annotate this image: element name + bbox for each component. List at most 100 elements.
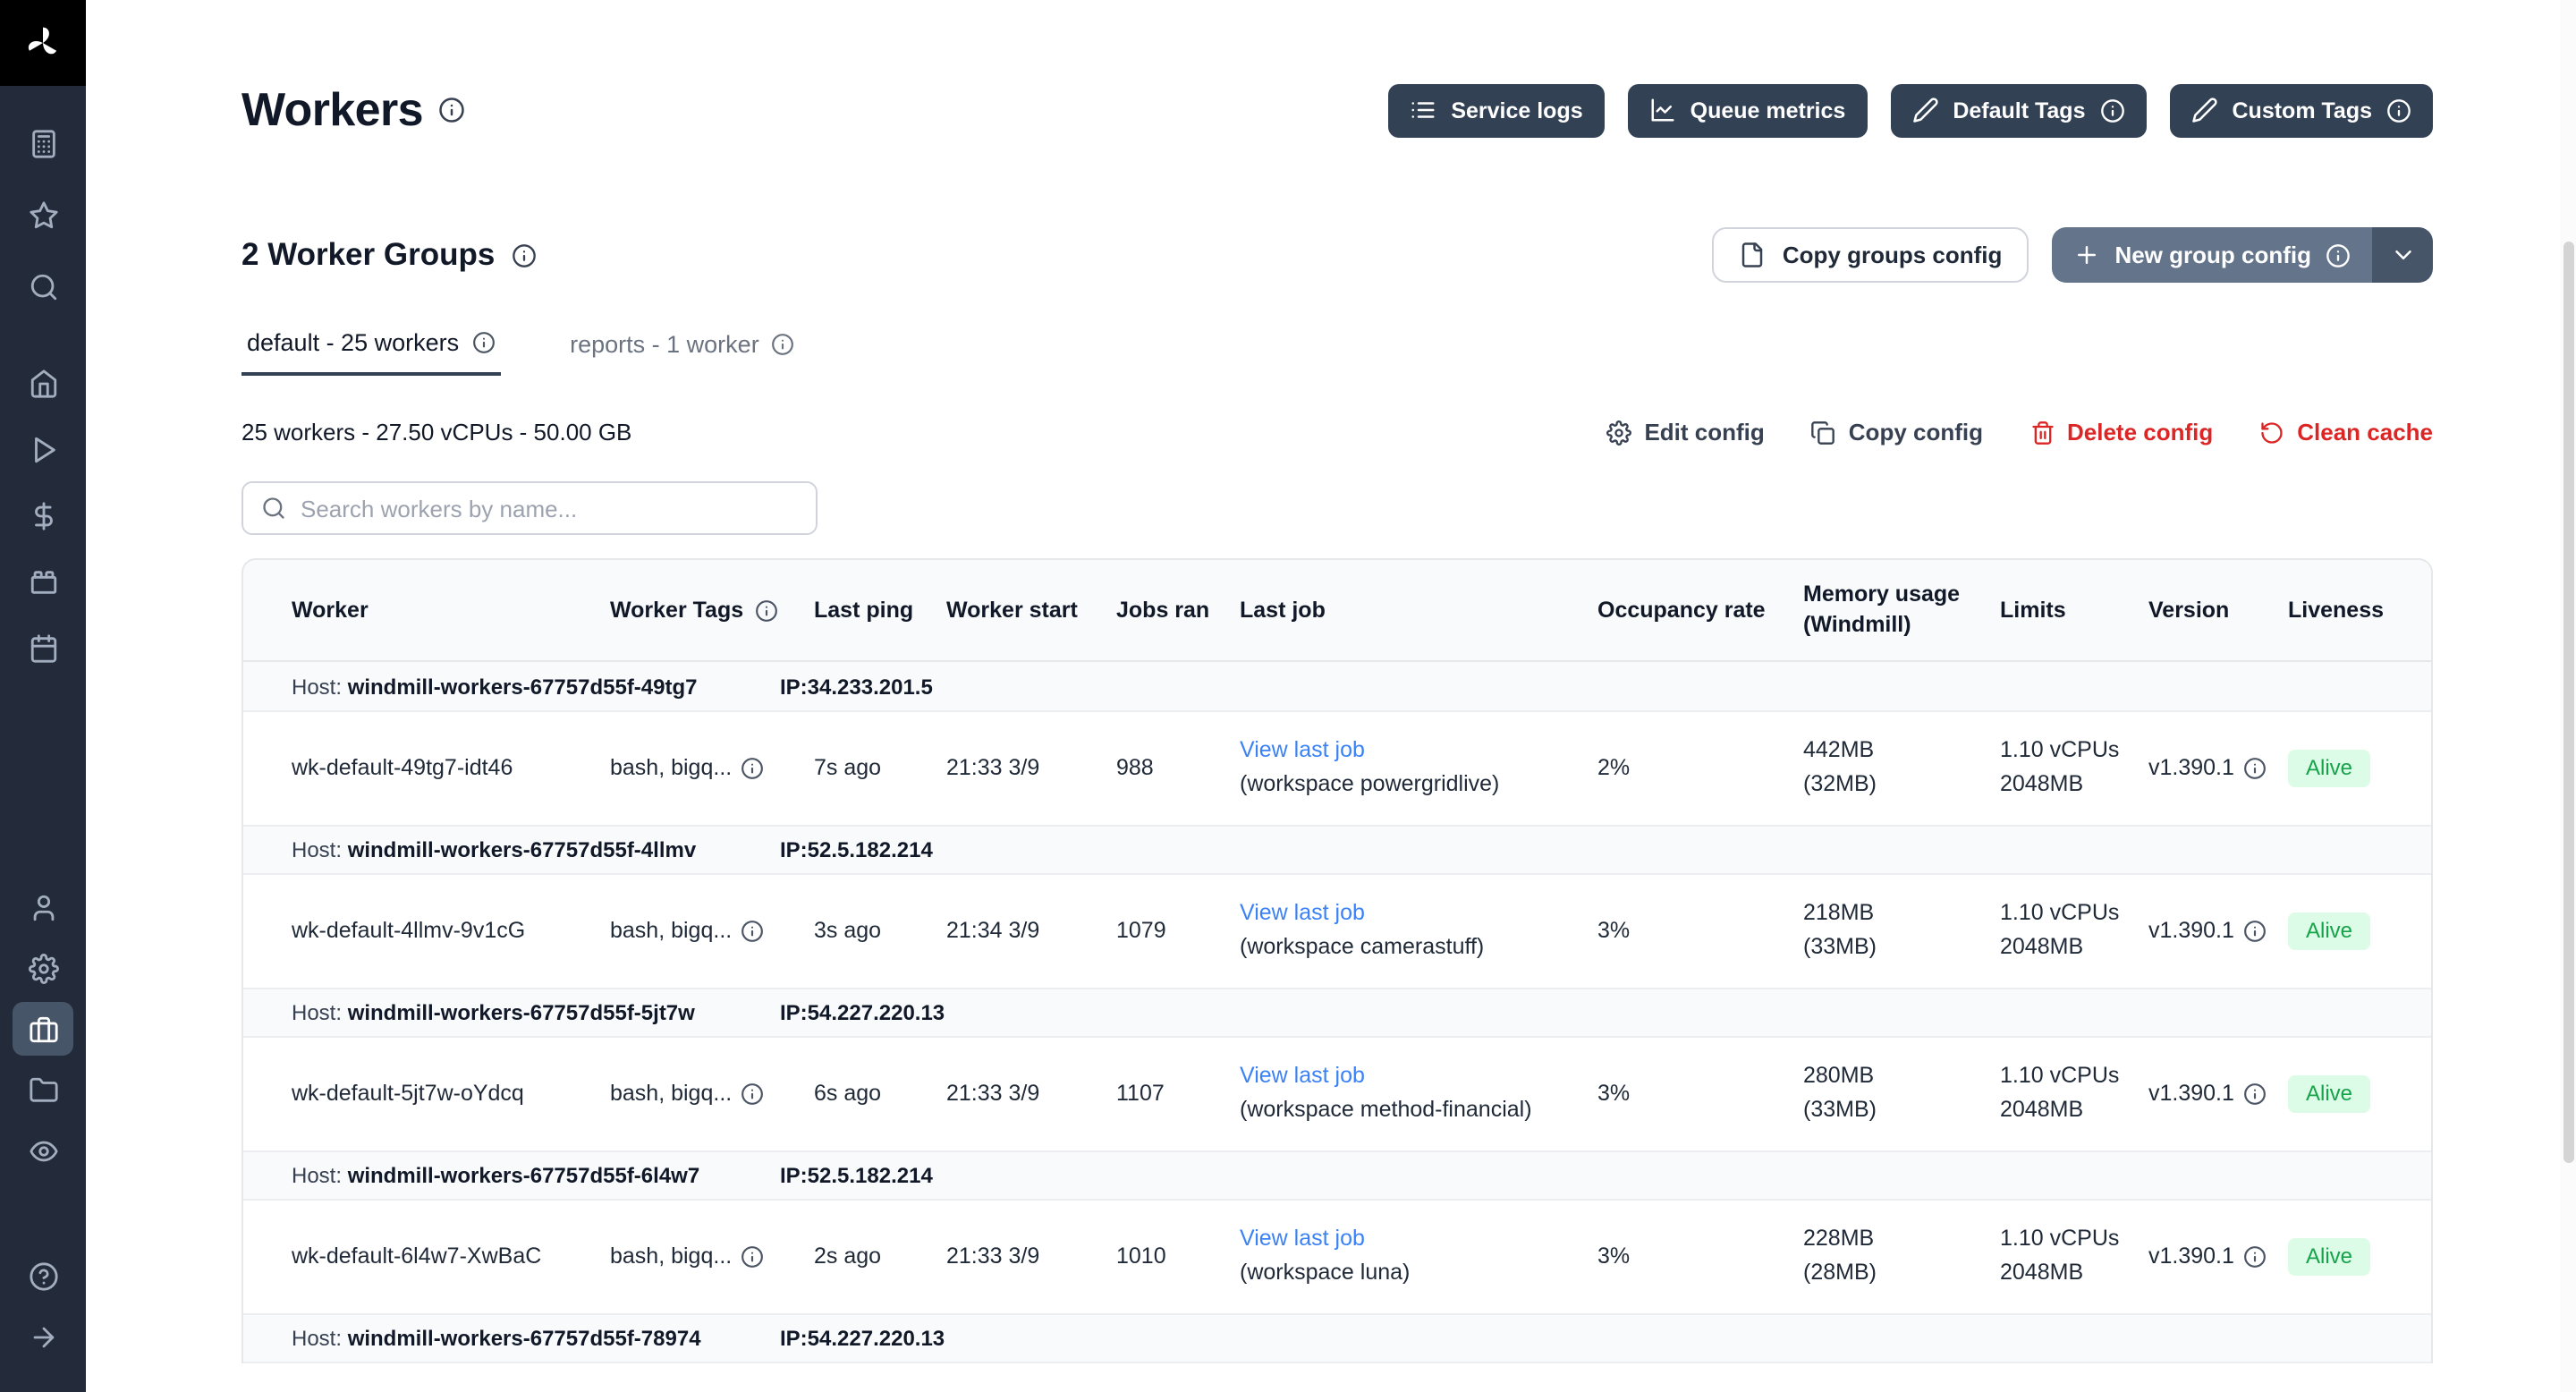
workers-table-body: Host: windmill-workers-67757d55f-49tg7 IP…: [243, 662, 2431, 1363]
worker-name: wk-default-5jt7w-oYdcq: [292, 1080, 610, 1108]
memory-total: 218MB: [1803, 901, 1982, 929]
info-icon: [741, 1082, 764, 1106]
liveness: Alive: [2288, 912, 2417, 950]
memory-total: 280MB: [1803, 1064, 1982, 1091]
copy-config-button[interactable]: Copy config: [1811, 419, 1983, 446]
column-header-label: Jobs ran: [1116, 595, 1209, 625]
sidebar: [0, 0, 86, 1392]
sidebar-item-help[interactable]: [13, 1245, 73, 1306]
view-last-job-link[interactable]: View last job: [1240, 901, 1580, 929]
new-group-config-dropdown[interactable]: [2372, 227, 2433, 283]
info-icon: [741, 757, 764, 780]
search-input[interactable]: [301, 495, 798, 522]
sidebar-item-eye[interactable]: [13, 1120, 73, 1181]
new-group-config-button[interactable]: New group config: [2052, 227, 2433, 283]
last-job-workspace: (workspace luna): [1240, 1260, 1580, 1287]
limits: 1.10 vCPUs2048MB: [2000, 1064, 2148, 1125]
sidebar-item-gear[interactable]: [13, 938, 73, 998]
custom-tags-button[interactable]: Custom Tags: [2170, 83, 2434, 137]
tab-reports[interactable]: reports - 1 worker: [564, 329, 801, 376]
column-header: Worker start: [946, 595, 1116, 625]
copy-groups-config-button[interactable]: Copy groups config: [1713, 227, 2029, 283]
occupancy-rate: 3%: [1597, 917, 1803, 945]
edit-config-button[interactable]: Edit config: [1606, 419, 1764, 446]
host-row: Host: windmill-workers-67757d55f-6l4w7IP…: [243, 1150, 2431, 1201]
ip-value: IP:34.233.201.5: [780, 674, 933, 699]
worker-tags: bash, bigq...: [610, 754, 814, 782]
worker-tags-value: bash, bigq...: [610, 1080, 732, 1108]
gear-icon: [28, 953, 58, 983]
info-icon[interactable]: [511, 242, 536, 267]
worker-row: wk-default-5jt7w-oYdcqbash, bigq...6s ag…: [243, 1038, 2431, 1150]
info-icon: [2386, 98, 2411, 123]
info-icon: [2243, 920, 2267, 943]
button-label: Clean cache: [2297, 419, 2433, 446]
scrollbar[interactable]: [2560, 0, 2576, 1392]
folder-icon: [28, 1074, 58, 1105]
memory-usage: 442MB(32MB): [1803, 738, 2000, 800]
host-value: windmill-workers-67757d55f-49tg7: [348, 674, 698, 699]
queue-metrics-button[interactable]: Queue metrics: [1628, 83, 1868, 137]
info-icon: [2326, 242, 2351, 267]
scrollbar-thumb[interactable]: [2563, 242, 2573, 1163]
version-value: v1.390.1: [2148, 1080, 2234, 1108]
workers-table: WorkerWorker TagsLast pingWorker startJo…: [242, 558, 2433, 1363]
file-copy-icon: [1740, 242, 1767, 268]
new-group-config-main[interactable]: New group config: [2052, 227, 2372, 283]
column-header: Last ping: [814, 595, 946, 625]
version: v1.390.1: [2148, 1080, 2288, 1108]
clean-cache-button[interactable]: Clean cache: [2259, 419, 2433, 446]
last-job-workspace: (workspace method-financial): [1240, 1097, 1580, 1125]
sidebar-item-arrow-right[interactable]: [13, 1306, 73, 1367]
worker-tags: bash, bigq...: [610, 1243, 814, 1270]
sidebar-item-calendar[interactable]: [13, 615, 73, 682]
sidebar-item-dollar[interactable]: [13, 483, 73, 549]
arrow-right-icon: [28, 1321, 58, 1352]
sidebar-item-calculator[interactable]: [13, 107, 73, 179]
new-group-config-label: New group config: [2114, 242, 2311, 268]
sidebar-item-home[interactable]: [13, 351, 73, 417]
view-last-job-link[interactable]: View last job: [1240, 1226, 1580, 1254]
host-row: Host: windmill-workers-67757d55f-4llmvIP…: [243, 825, 2431, 875]
dollar-icon: [28, 501, 58, 531]
column-header: Last job: [1240, 595, 1597, 625]
version-value: v1.390.1: [2148, 1243, 2234, 1270]
windmill-logo[interactable]: [0, 0, 86, 86]
sidebar-item-search[interactable]: [13, 250, 73, 322]
sidebar-item-blocks[interactable]: [13, 549, 73, 615]
button-label: Service logs: [1451, 98, 1582, 123]
limits: 1.10 vCPUs2048MB: [2000, 1226, 2148, 1288]
default-tags-button[interactable]: Default Tags: [1890, 83, 2146, 137]
version-value: v1.390.1: [2148, 917, 2234, 945]
limit-memory: 2048MB: [2000, 1097, 2131, 1125]
host-ip: IP:52.5.182.214: [780, 1163, 933, 1188]
column-header: Liveness: [2288, 595, 2417, 625]
delete-config-button[interactable]: Delete config: [2029, 419, 2213, 446]
sidebar-item-user[interactable]: [13, 877, 73, 938]
occupancy-rate: 3%: [1597, 1080, 1803, 1108]
memory-windmill: (33MB): [1803, 934, 1982, 962]
column-header: Memory usage (Windmill): [1803, 580, 2000, 641]
rotate-icon: [2259, 420, 2284, 445]
sidebar-bottom-group: [13, 1245, 73, 1367]
view-last-job-link[interactable]: View last job: [1240, 1064, 1580, 1091]
tab-default[interactable]: default - 25 workers: [242, 329, 500, 376]
version-value: v1.390.1: [2148, 754, 2234, 782]
blocks-icon: [28, 567, 58, 598]
gear-icon: [1606, 420, 1631, 445]
service-logs-button[interactable]: Service logs: [1388, 83, 1604, 137]
sidebar-item-star[interactable]: [13, 179, 73, 250]
copy-icon: [1811, 420, 1836, 445]
list-icon: [1410, 97, 1436, 123]
host-name: Host: windmill-workers-67757d55f-4llmv: [292, 837, 780, 862]
occupancy-rate: 2%: [1597, 754, 1803, 782]
host-label: Host:: [292, 674, 348, 699]
button-label: Edit config: [1644, 419, 1764, 446]
column-header-label: Limits: [2000, 595, 2066, 625]
host-name: Host: windmill-workers-67757d55f-78974: [292, 1326, 780, 1351]
view-last-job-link[interactable]: View last job: [1240, 738, 1580, 766]
info-icon[interactable]: [439, 97, 466, 123]
sidebar-item-play[interactable]: [13, 417, 73, 483]
sidebar-item-briefcase[interactable]: [13, 1002, 73, 1056]
sidebar-item-folder[interactable]: [13, 1059, 73, 1120]
